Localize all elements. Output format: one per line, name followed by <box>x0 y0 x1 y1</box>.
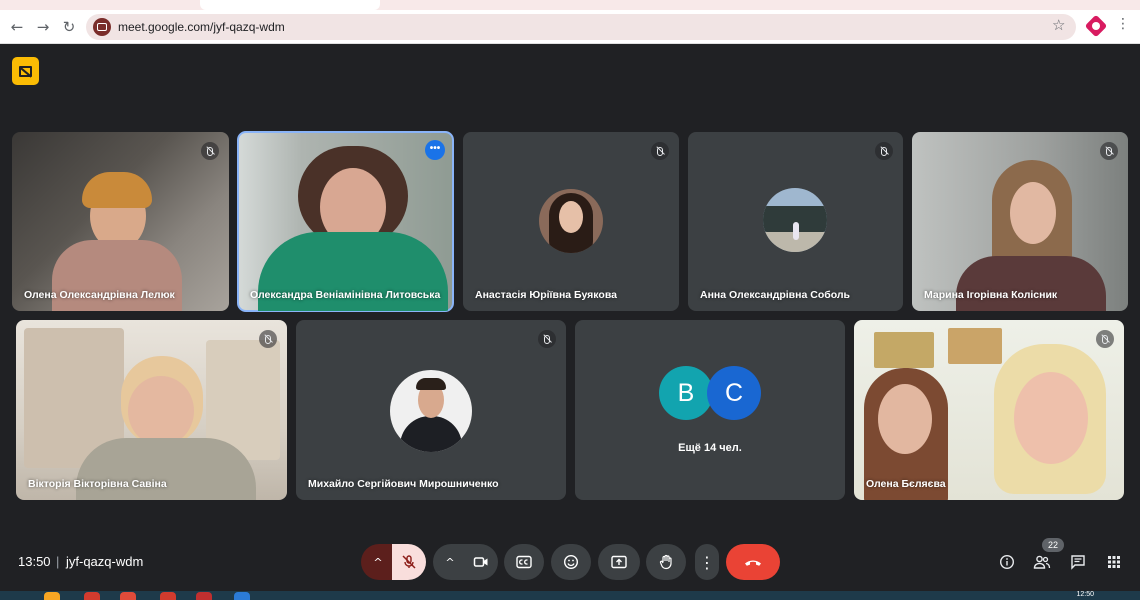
muted-mic-icon <box>875 142 893 160</box>
people-icon <box>1033 555 1051 569</box>
taskbar-app-icon[interactable] <box>44 592 60 600</box>
leave-call-button[interactable] <box>726 544 780 580</box>
chat-button[interactable] <box>1067 551 1089 573</box>
meeting-info-button[interactable] <box>996 551 1018 573</box>
captions-button[interactable] <box>504 544 544 580</box>
participant-tile-speaking[interactable]: ••• Олександра Веніамінівна Литовська <box>237 131 454 312</box>
screen: ← → ↻ meet.google.com/jyf-qazq-wdm ☆ ⋮ О… <box>0 0 1140 600</box>
muted-mic-icon <box>1100 142 1118 160</box>
reload-button[interactable]: ↻ <box>58 16 80 38</box>
captions-icon <box>516 555 532 569</box>
present-screen-icon <box>611 555 627 569</box>
back-button[interactable]: ← <box>6 16 28 38</box>
avatar-letter: B <box>659 366 713 420</box>
participant-name: Олена Олександрівна Лелюк <box>24 289 175 301</box>
extension-icon[interactable] <box>1084 14 1108 38</box>
browser-toolbar: ← → ↻ meet.google.com/jyf-qazq-wdm ☆ ⋮ <box>0 10 1140 44</box>
participant-name: Анастасія Юріївна Буякова <box>475 289 617 301</box>
participant-name: Олександра Веніамінівна Литовська <box>250 289 441 301</box>
others-tile[interactable]: B C Ещё 14 чел. <box>575 320 845 500</box>
browser-menu-button[interactable]: ⋮ <box>1116 16 1130 32</box>
participant-tile[interactable]: Марина Ігорівна Колісник <box>912 132 1128 311</box>
muted-mic-icon <box>259 330 277 348</box>
tab-strip <box>0 0 1140 10</box>
muted-mic-icon <box>1096 330 1114 348</box>
participant-tile[interactable]: Олена Олександрівна Лелюк <box>12 132 229 311</box>
avatar <box>390 370 472 452</box>
taskbar-app-icon[interactable] <box>84 592 100 600</box>
mic-off-icon <box>402 555 416 569</box>
more-options-icon[interactable]: ••• <box>425 140 445 160</box>
os-taskbar: 12:50 <box>0 591 1140 600</box>
participant-tile[interactable]: Михайло Сергійович Мирошниченко <box>296 320 566 500</box>
participant-video <box>878 384 932 454</box>
emoji-icon <box>563 554 579 570</box>
taskbar-app-icon[interactable] <box>196 592 212 600</box>
wall-frame <box>948 328 1002 364</box>
url-text[interactable]: meet.google.com/jyf-qazq-wdm <box>118 20 285 34</box>
audio-options-button[interactable]: ^ <box>361 544 395 580</box>
participant-tile[interactable]: Анна Олександрівна Соболь <box>688 132 903 311</box>
separator: | <box>56 554 60 569</box>
taskbar-app-icon[interactable] <box>234 592 250 600</box>
taskbar-clock: 12:50 <box>1076 591 1094 598</box>
participant-name: Михайло Сергійович Мирошниченко <box>308 478 499 490</box>
host-controls-icon[interactable] <box>12 57 39 85</box>
activities-button[interactable] <box>1103 551 1125 573</box>
hangup-icon <box>745 560 761 566</box>
participants-count-badge: 22 <box>1042 538 1064 552</box>
participant-tile[interactable]: Олена Бєляєва <box>854 320 1124 500</box>
avatar <box>763 188 827 252</box>
avatar <box>539 189 603 253</box>
bookmark-star-icon[interactable]: ☆ <box>1052 16 1065 34</box>
site-info-icon[interactable] <box>93 18 111 36</box>
present-button[interactable] <box>598 544 640 580</box>
reactions-button[interactable] <box>551 544 591 580</box>
participant-video <box>1014 372 1088 464</box>
participant-body <box>76 438 256 500</box>
participant-body <box>956 256 1106 311</box>
raise-hand-button[interactable] <box>646 544 686 580</box>
video-options-button[interactable]: ^ <box>433 544 467 580</box>
address-bar[interactable]: meet.google.com/jyf-qazq-wdm <box>86 14 1076 40</box>
muted-mic-icon <box>651 142 669 160</box>
muted-mic-icon <box>201 142 219 160</box>
meeting-code: jyf-qazq-wdm <box>66 554 144 569</box>
forward-button[interactable]: → <box>32 16 54 38</box>
participant-name: Олена Бєляєва <box>866 478 946 490</box>
participant-video <box>1010 182 1056 244</box>
participant-tile[interactable]: Анастасія Юріївна Буякова <box>463 132 679 311</box>
mic-toggle-button[interactable] <box>392 544 426 580</box>
clock: 13:50 <box>18 554 51 569</box>
participant-name: Анна Олександрівна Соболь <box>700 289 850 301</box>
camera-icon <box>473 557 488 567</box>
more-participants-label: Ещё 14 чел. <box>678 442 742 454</box>
info-icon <box>999 554 1015 570</box>
taskbar-app-icon[interactable] <box>120 592 136 600</box>
wall-frame <box>874 332 934 368</box>
avatar-letter: C <box>707 366 761 420</box>
participants-button[interactable] <box>1031 551 1053 573</box>
more-options-button[interactable]: ⋮ <box>695 544 719 580</box>
participant-video <box>128 376 194 446</box>
hand-icon <box>659 554 672 570</box>
participant-tile[interactable]: Вікторія Вікторівна Савіна <box>16 320 287 500</box>
apps-grid-icon <box>1108 556 1120 568</box>
participant-name: Вікторія Вікторівна Савіна <box>28 478 167 490</box>
taskbar-app-icon[interactable] <box>160 592 176 600</box>
participant-name: Марина Ігорівна Колісник <box>924 289 1058 301</box>
camera-toggle-button[interactable] <box>464 544 498 580</box>
chat-icon <box>1071 555 1085 570</box>
muted-mic-icon <box>538 330 556 348</box>
active-tab[interactable] <box>200 0 380 10</box>
participant-hair <box>82 172 152 208</box>
